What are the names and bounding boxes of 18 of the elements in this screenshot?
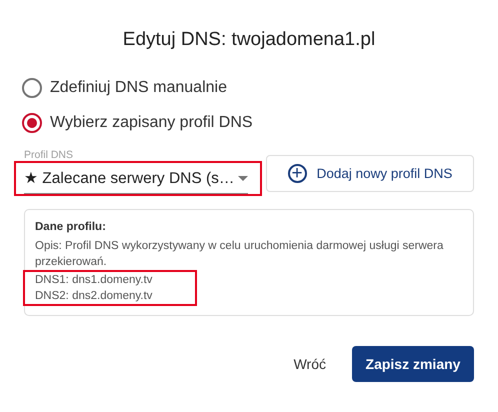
dns-server: DNS2: dns2.domeny.tv (35, 289, 154, 304)
plus-icon: + (288, 164, 307, 183)
radio-icon[interactable] (22, 78, 42, 98)
caret-icon (238, 176, 248, 180)
field-label: Profil DNS (23, 149, 74, 161)
back-button[interactable]: Wróć (290, 352, 330, 376)
radio-label: Wybierz zapisany profil DNS (50, 114, 253, 132)
add-profile-button[interactable]: + Dodaj nowy profil DNS (266, 155, 474, 192)
save-button[interactable]: Zapisz zmiany (352, 346, 474, 382)
radio-label: Zdefiniuj DNS manualnie (50, 78, 227, 96)
radio-option[interactable]: Wybierz zapisany profil DNS (22, 111, 474, 134)
radio-option[interactable]: Zdefiniuj DNS manualnie (22, 76, 474, 99)
dns-server: DNS1: dns1.domeny.tv (35, 273, 154, 288)
profile-dropdown[interactable]: ★ Zalecane serwery DNS (s… (24, 163, 248, 194)
card-heading: Dane profilu: (35, 221, 107, 233)
radio-icon[interactable] (22, 112, 42, 132)
dialog-title: Edytuj DNS: twojadomena1.pl (122, 28, 376, 52)
profile-description: Opis: Profil DNS wykorzystywany w celu uruchomienia darmowej usługi serwera przekierowań. (35, 239, 444, 270)
